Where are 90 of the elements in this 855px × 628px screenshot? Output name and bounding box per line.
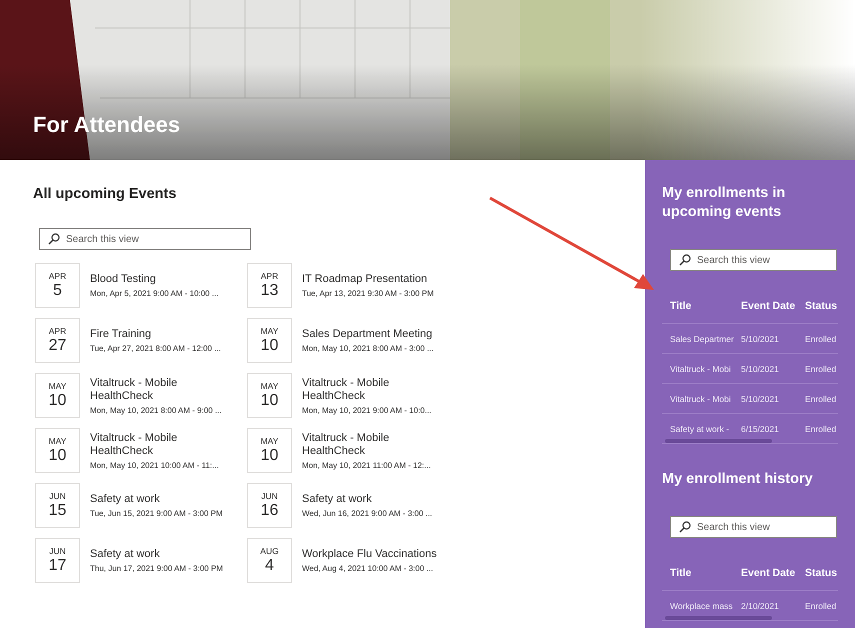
event-month: APR bbox=[48, 270, 66, 280]
date-tile[interactable]: MAY 10 bbox=[247, 373, 292, 418]
table-cell-text: 2/10/2021 bbox=[741, 600, 780, 610]
event-month: MAY bbox=[48, 380, 66, 390]
table-cell-text: 5/10/2021 bbox=[741, 334, 780, 344]
event-day: 10 bbox=[48, 390, 66, 410]
date-tile[interactable]: APR 13 bbox=[247, 263, 292, 308]
date-tile[interactable]: JUN 17 bbox=[35, 538, 80, 583]
column-header[interactable]: Title bbox=[670, 300, 741, 312]
table-cell-text: 5/10/2021 bbox=[741, 364, 780, 374]
event-day: 10 bbox=[260, 390, 278, 410]
event-time: Mon, May 10, 2021 8:00 AM - 3:00 ... bbox=[302, 344, 435, 353]
event-time: Wed, Jun 16, 2021 9:00 AM - 3:00 ... bbox=[302, 509, 434, 518]
table-cell-text: 5/10/2021 bbox=[741, 394, 780, 404]
search-icon bbox=[48, 233, 60, 245]
table-cell-text: Sales Departmer bbox=[670, 334, 735, 344]
event-time: Tue, Apr 27, 2021 8:00 AM - 12:00 ... bbox=[90, 344, 222, 353]
event-day: 16 bbox=[260, 500, 278, 520]
table-cell-text: Enrolled bbox=[805, 600, 838, 610]
event-time: Mon, May 10, 2021 11:00 AM - 12:... bbox=[302, 460, 432, 470]
event-title[interactable]: Safety at work bbox=[90, 548, 230, 561]
event-day: 4 bbox=[265, 556, 274, 576]
table-cell-text: Enrolled bbox=[805, 364, 838, 374]
event-time: Mon, May 10, 2021 9:00 AM - 10:0... bbox=[302, 406, 432, 414]
table-cell-text: Vitaltruck - Mobi bbox=[670, 364, 732, 374]
search-field[interactable]: Search this view bbox=[670, 516, 837, 538]
event-title[interactable]: Vitaltruck - Mobile HealthCheck bbox=[302, 376, 442, 402]
event-day: 13 bbox=[260, 280, 278, 300]
date-tile[interactable]: MAY 10 bbox=[35, 373, 80, 418]
event-title[interactable]: Blood Testing bbox=[90, 273, 230, 286]
event-title[interactable]: Vitaltruck - Mobile HealthCheck bbox=[90, 432, 230, 458]
column-header[interactable]: Status bbox=[805, 567, 838, 579]
event-month: APR bbox=[48, 326, 66, 336]
event-month: MAY bbox=[260, 436, 278, 446]
date-tile[interactable]: MAY 10 bbox=[247, 428, 292, 473]
column-header[interactable]: Status bbox=[805, 300, 838, 312]
date-tile[interactable]: JUN 15 bbox=[35, 483, 80, 528]
event-day: 27 bbox=[48, 336, 66, 356]
date-tile[interactable]: APR 5 bbox=[35, 263, 80, 308]
table-cell-text: 6/15/2021 bbox=[741, 424, 780, 434]
event-month: MAY bbox=[48, 436, 66, 446]
date-tile[interactable]: JUN 16 bbox=[247, 483, 292, 528]
table-cell-text: Enrolled bbox=[805, 334, 838, 344]
search-field[interactable]: Search this view bbox=[39, 228, 251, 250]
column-header[interactable]: Event Date bbox=[741, 300, 805, 312]
section-title: All upcoming Events bbox=[33, 186, 178, 202]
event-day: 15 bbox=[48, 500, 66, 520]
table-cell-text: Enrolled bbox=[805, 394, 838, 404]
event-time: Wed, Aug 4, 2021 10:00 AM - 3:00 ... bbox=[302, 564, 434, 573]
event-title[interactable]: Sales Department Meeting bbox=[302, 328, 442, 341]
event-title[interactable]: Safety at work bbox=[302, 493, 442, 506]
date-tile[interactable]: AUG 4 bbox=[247, 538, 292, 583]
table-cell-text: Safety at work - bbox=[670, 424, 730, 434]
event-time: Thu, Jun 17, 2021 9:00 AM - 3:00 PM bbox=[90, 564, 224, 573]
event-title[interactable]: Workplace Flu Vaccinations bbox=[302, 548, 442, 561]
search-icon bbox=[679, 521, 691, 533]
event-month: JUN bbox=[261, 490, 278, 500]
event-time: Mon, Apr 5, 2021 9:00 AM - 10:00 ... bbox=[90, 289, 220, 298]
event-month: JUN bbox=[49, 546, 66, 556]
search-icon bbox=[679, 254, 691, 266]
event-title[interactable]: Vitaltruck - Mobile HealthCheck bbox=[302, 432, 442, 458]
table-cell-text: Enrolled bbox=[805, 424, 838, 434]
search-field[interactable]: Search this view bbox=[670, 249, 837, 271]
table-cell-text: Workplace mass bbox=[670, 600, 734, 610]
date-tile[interactable]: MAY 10 bbox=[35, 428, 80, 473]
event-day: 17 bbox=[48, 556, 66, 576]
column-header[interactable]: Title bbox=[670, 567, 741, 579]
date-tile[interactable]: MAY 10 bbox=[247, 318, 292, 363]
event-month: AUG bbox=[260, 546, 279, 556]
event-title[interactable]: IT Roadmap Presentation bbox=[302, 273, 442, 286]
panel-title: My enrollments in upcoming events bbox=[662, 184, 786, 222]
table-cell-text: Vitaltruck - Mobi bbox=[670, 394, 732, 404]
date-tile[interactable]: APR 27 bbox=[35, 318, 80, 363]
event-title[interactable]: Vitaltruck - Mobile HealthCheck bbox=[90, 376, 230, 402]
event-title[interactable]: Safety at work bbox=[90, 493, 230, 506]
event-month: JUN bbox=[49, 490, 66, 500]
event-time: Tue, Apr 13, 2021 9:30 AM - 3:00 PM bbox=[302, 289, 435, 298]
event-month: MAY bbox=[260, 326, 278, 336]
event-title[interactable]: Fire Training bbox=[90, 328, 230, 341]
event-time: Mon, May 10, 2021 10:00 AM - 11:... bbox=[90, 460, 220, 470]
panel-title: My enrollment history bbox=[662, 470, 814, 489]
event-month: MAY bbox=[260, 380, 278, 390]
column-header[interactable]: Event Date bbox=[741, 567, 805, 579]
event-day: 5 bbox=[53, 280, 62, 300]
event-day: 10 bbox=[48, 446, 66, 466]
event-day: 10 bbox=[260, 336, 278, 356]
event-month: APR bbox=[260, 270, 278, 280]
event-time: Mon, May 10, 2021 8:00 AM - 9:00 ... bbox=[90, 406, 223, 414]
event-day: 10 bbox=[260, 446, 278, 466]
event-time: Tue, Jun 15, 2021 9:00 AM - 3:00 PM bbox=[90, 509, 224, 518]
